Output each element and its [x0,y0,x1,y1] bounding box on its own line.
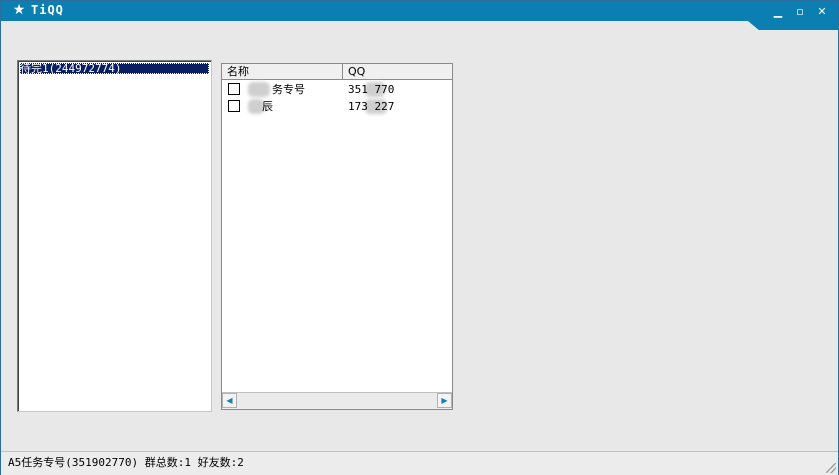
status-bar: A5任务专号(351902770) 群总数:1 好友数:2 [1,451,838,475]
scroll-track[interactable] [237,393,437,408]
member-name: 务专号 [272,83,305,96]
group-list[interactable]: 待完1(244972774) [17,60,212,412]
column-header-qq[interactable]: QQ [343,64,452,80]
member-name: 辰 [262,100,273,113]
table-row[interactable]: 务专号 351 770 [222,81,452,98]
row-checkbox[interactable] [228,83,240,95]
title-bar[interactable]: ★ TiQQ ▁ ▫ ✕ [1,1,838,21]
column-header-name[interactable]: 名称 [222,64,343,80]
title-bar-tab [748,21,838,30]
group-list-item[interactable]: 待完1(244972774) [20,63,209,74]
scroll-right-icon[interactable]: ▶ [437,393,452,408]
scroll-left-icon[interactable]: ◀ [222,393,237,408]
member-table[interactable]: 名称 QQ 务专号 351 770 辰 173 227 ◀ ▶ [221,63,453,410]
close-button[interactable]: ✕ [815,6,829,18]
maximize-button[interactable]: ▫ [793,6,807,18]
redaction-blur [248,82,270,97]
minimize-button[interactable]: ▁ [771,6,785,18]
star-icon: ★ [12,2,26,18]
status-text: A5任务专号(351902770) 群总数:1 好友数:2 [8,456,244,469]
member-qq: 351 770 [348,83,395,96]
window-title: TiQQ [31,3,64,17]
horizontal-scrollbar[interactable]: ◀ ▶ [222,392,452,409]
row-checkbox[interactable] [228,100,240,112]
resize-grip-icon[interactable] [826,463,836,473]
member-qq: 173 227 [348,100,395,113]
app-window: ★ TiQQ ▁ ▫ ✕ 待完1(244972774) 名称 QQ 务专号 35… [0,0,839,475]
table-row[interactable]: 辰 173 227 [222,98,452,115]
